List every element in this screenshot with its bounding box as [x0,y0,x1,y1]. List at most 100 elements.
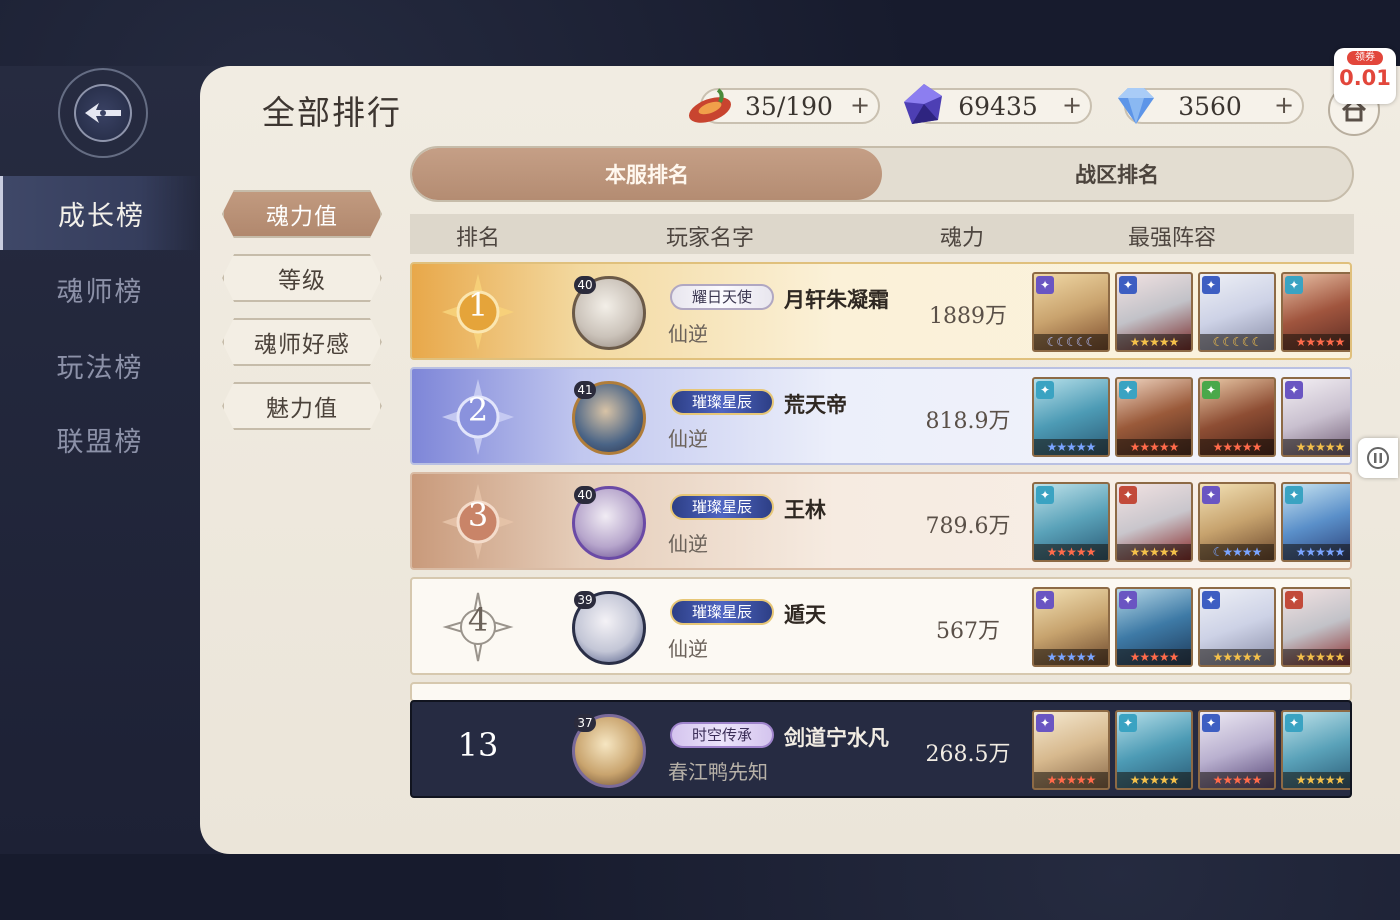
hero-card[interactable]: ✦ ★★★★★ [1115,587,1193,667]
rank-number: 2 [467,391,489,429]
nav-gameplay-ranking[interactable]: 玩法榜 [0,328,200,402]
star-rating: ★★★★★ [1283,544,1350,560]
player-server: 仙逆 [668,427,708,451]
category-charm-label: 魅力值 [266,396,338,422]
header-player-name: 玩家名字 [666,226,755,251]
player-level: 39 [574,591,596,609]
hero-card[interactable]: ✦ ★★★★★ [1281,587,1350,667]
hero-card[interactable]: ✦ ☾★★★★ [1198,482,1276,562]
hero-card[interactable]: ✦ ★★★★★ [1281,710,1350,790]
element-icon: ✦ [1285,486,1303,504]
player-server: 春江鸭先知 [668,760,768,784]
star-rating: ★★★★★ [1283,649,1350,665]
coupon-label: 领券 [1347,51,1383,65]
rank-number: 4 [467,601,489,639]
element-icon: ✦ [1119,714,1137,732]
coupon-widget[interactable]: 领券 0.01 [1334,48,1396,104]
hero-card[interactable]: ✦ ★★★★★ [1115,482,1193,562]
nav-alliance-ranking[interactable]: 联盟榜 [0,402,200,476]
strongest-lineup: ✦ ★★★★★ ✦ ★★★★★ ✦ ★★★★★ ✦ ★★★★★ [1032,377,1350,457]
star-rating: ★★★★★ [1283,334,1350,350]
player-name: 月轩朱凝霜 [784,288,889,312]
element-icon: ✦ [1036,714,1054,732]
element-icon: ✦ [1036,381,1054,399]
player-name: 遁天 [784,603,826,627]
table-row[interactable]: 3 40 璀璨星辰 王林 仙逆 789.6万 ✦ ★★★★★ ✦ ★★★★★ ✦ ☾★… [410,472,1352,570]
hero-card[interactable]: ✦ ★★★★★ [1281,482,1350,562]
player-name: 剑道宁水凡 [784,726,889,750]
player-power: 567万 [936,619,1000,644]
element-icon: ✦ [1119,486,1137,504]
pause-button[interactable] [1358,438,1398,478]
hero-card[interactable]: ✦ ★★★★★ [1281,377,1350,457]
nav-growth-ranking[interactable]: 成长榜 [0,176,200,250]
player-power: 1889万 [929,304,1007,329]
title-badge: 璀璨星辰 [670,389,774,415]
star-rating: ★★★★★ [1200,772,1274,788]
self-rank-row[interactable]: 13 37 时空传承 剑道宁水凡 春江鸭先知 268.5万 ✦ ★★★★★ ✦ ★★… [410,700,1352,798]
star-rating: ★★★★★ [1200,649,1274,665]
hero-card[interactable]: ✦ ★★★★★ [1198,377,1276,457]
nav-soul-master-ranking[interactable]: 魂师榜 [0,252,200,326]
element-icon: ✦ [1285,276,1303,294]
element-icon: ✦ [1036,486,1054,504]
player-power: 268.5万 [925,742,1011,767]
hero-card[interactable]: ✦ ★★★★★ [1115,710,1193,790]
star-rating: ★★★★★ [1034,649,1108,665]
star-rating: ★★★★★ [1117,649,1191,665]
hero-card[interactable]: ✦ ★★★★★ [1032,482,1110,562]
player-server: 仙逆 [668,532,708,556]
hero-card[interactable]: ✦ ☾☾☾☾☾ [1032,272,1110,352]
star-rating: ★★★★★ [1200,439,1274,455]
diamond-icon [1118,88,1154,124]
hero-card[interactable]: ✦ ★★★★★ [1032,377,1110,457]
rank-number: 13 [457,726,499,764]
add-crystal-button[interactable]: + [1060,93,1084,118]
page-title: 全部排行 [262,93,402,132]
table-row[interactable]: 4 39 璀璨星辰 遁天 仙逆 567万 ✦ ★★★★★ ✦ ★★★★★ ✦ ★★★★… [410,577,1352,675]
pause-icon [1367,447,1389,469]
hero-card[interactable]: ✦ ★★★★★ [1198,710,1276,790]
tab-zone-ranking[interactable]: 战区排名 [882,148,1352,200]
star-rating: ★★★★★ [1034,544,1108,560]
title-badge: 璀璨星辰 [670,599,774,625]
hero-card[interactable]: ✦ ★★★★★ [1115,272,1193,352]
header-lineup: 最强阵容 [1128,226,1217,251]
player-power: 789.6万 [925,514,1011,539]
element-icon: ✦ [1119,276,1137,294]
hero-card[interactable]: ✦ ☾☾☾☾☾ [1198,272,1276,352]
hero-card[interactable]: ✦ ★★★★★ [1032,710,1110,790]
player-power: 818.9万 [925,409,1011,434]
player-server: 仙逆 [668,637,708,661]
table-row-partial [410,682,1352,702]
category-soul-power[interactable]: 魂力值 [222,190,382,238]
star-rating: ☾☾☾☾☾ [1200,334,1274,350]
star-rating: ★★★★★ [1117,439,1191,455]
star-rating: ★★★★★ [1117,772,1191,788]
star-rating: ★★★★★ [1283,439,1350,455]
tab-server-ranking[interactable]: 本服排名 [412,148,882,200]
table-row[interactable]: 1 40 耀日天使 月轩朱凝霜 仙逆 1889万 ✦ ☾☾☾☾☾ ✦ ★★★★★ ✦… [410,262,1352,360]
category-affinity-label: 魂师好感 [254,332,350,358]
element-icon: ✦ [1202,381,1220,399]
add-stamina-button[interactable]: + [848,93,872,118]
element-icon: ✦ [1202,276,1220,294]
element-icon: ✦ [1119,381,1137,399]
hero-card[interactable]: ✦ ★★★★★ [1032,587,1110,667]
player-level: 41 [574,381,596,399]
hero-card[interactable]: ✦ ★★★★★ [1115,377,1193,457]
title-badge: 时空传承 [670,722,774,748]
coupon-value: 0.01 [1339,66,1391,90]
category-soul-master-affinity[interactable]: 魂师好感 [222,318,382,366]
table-row[interactable]: 2 41 璀璨星辰 荒天帝 仙逆 818.9万 ✦ ★★★★★ ✦ ★★★★★ ✦ ★… [410,367,1352,465]
hero-card[interactable]: ✦ ★★★★★ [1281,272,1350,352]
category-level[interactable]: 等级 [222,254,382,302]
rank-number: 3 [467,496,489,534]
star-rating: ★★★★★ [1034,772,1108,788]
element-icon: ✦ [1202,591,1220,609]
hero-card[interactable]: ✦ ★★★★★ [1198,587,1276,667]
element-icon: ✦ [1036,591,1054,609]
strongest-lineup: ✦ ★★★★★ ✦ ★★★★★ ✦ ★★★★★ ✦ ★★★★★ [1032,587,1350,667]
add-diamond-button[interactable]: + [1272,93,1296,118]
category-charm[interactable]: 魅力值 [222,382,382,430]
